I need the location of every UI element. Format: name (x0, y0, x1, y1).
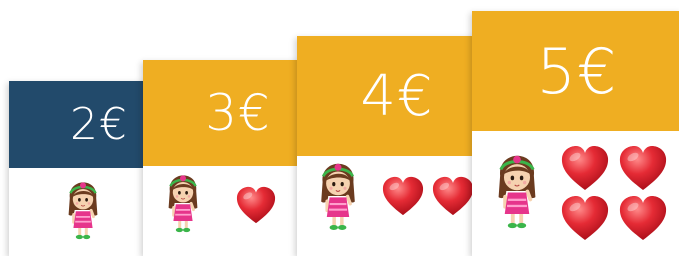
heart-icon (381, 176, 425, 216)
price-label: 3€ (205, 84, 271, 142)
price-card-3[interactable]: 3€ (143, 60, 313, 256)
price-header: 4€ (297, 36, 497, 156)
price-header: 2€ (9, 81, 159, 168)
card-body (297, 156, 497, 256)
heart-icon (560, 195, 610, 241)
heart-icon (560, 145, 610, 191)
card-body (472, 131, 679, 256)
girl-icon (494, 151, 540, 231)
price-card-5[interactable]: 5€ (472, 11, 679, 256)
price-header: 5€ (472, 11, 679, 131)
price-header: 3€ (143, 60, 313, 166)
card-body (9, 168, 159, 256)
girl-icon (65, 180, 101, 240)
heart-icon (618, 145, 668, 191)
heart-icon (235, 186, 277, 224)
price-label: 4€ (360, 63, 434, 129)
card-body (143, 166, 313, 256)
heart-icon (431, 176, 475, 216)
girl-icon (165, 172, 201, 234)
price-card-4[interactable]: 4€ (297, 36, 497, 256)
girl-icon (317, 160, 359, 232)
heart-icon (618, 195, 668, 241)
price-label: 2€ (70, 99, 128, 150)
price-label: 5€ (536, 34, 618, 108)
price-card-2[interactable]: 2€ (9, 81, 159, 256)
